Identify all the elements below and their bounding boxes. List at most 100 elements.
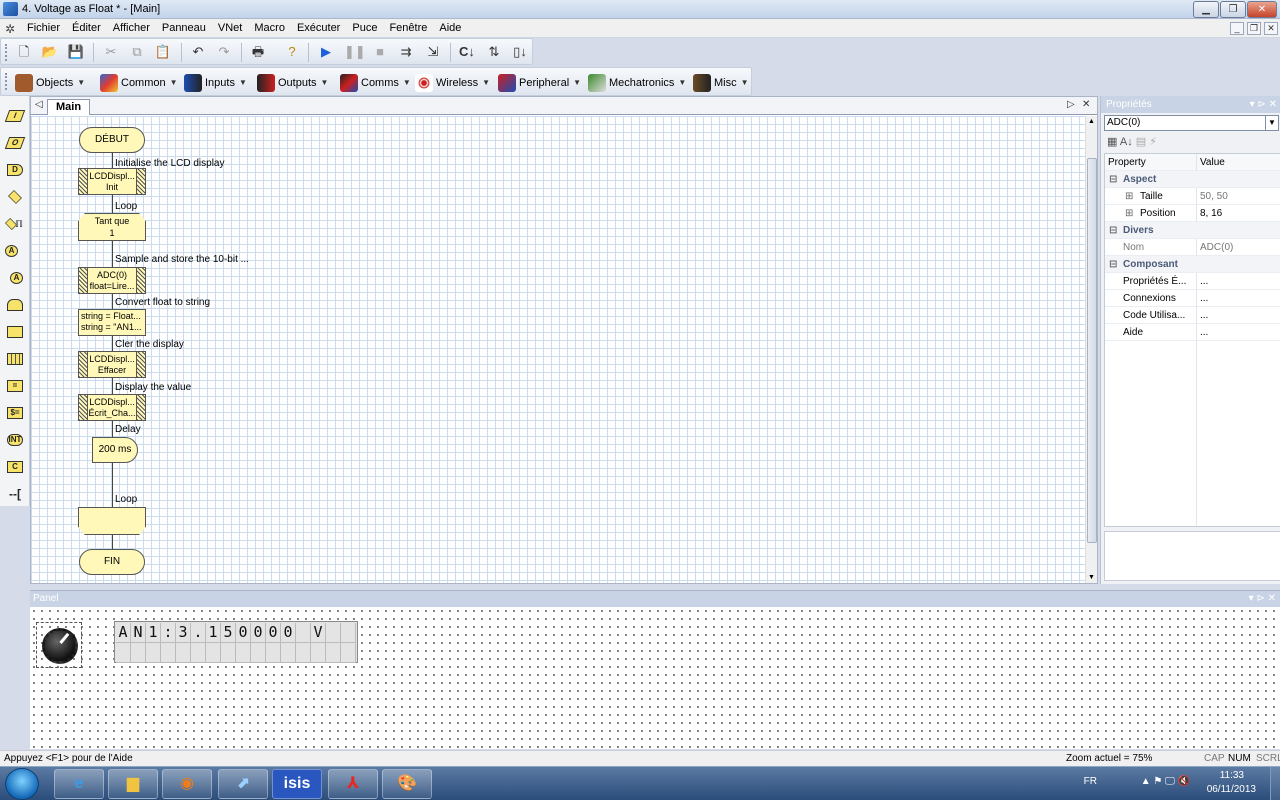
component-selector[interactable]: ADC(0) ▼ xyxy=(1104,115,1279,131)
tab-scroll-left-icon[interactable]: ◁ xyxy=(35,99,43,110)
property-nom[interactable]: Nom ADC(0) xyxy=(1105,239,1280,256)
category-divers[interactable]: ⊟ Divers xyxy=(1105,222,1280,239)
start-terminator[interactable]: DÉBUT xyxy=(79,127,145,153)
tab-scroll-right-icon[interactable]: ▷ xyxy=(1067,99,1075,110)
menu-item-executer[interactable]: Exécuter xyxy=(297,22,340,34)
open-folder-icon[interactable]: 📂 xyxy=(41,43,59,61)
comment-loop-end[interactable]: Loop xyxy=(115,494,137,505)
input-icon[interactable]: I xyxy=(4,106,26,126)
menu-item-panneau[interactable]: Panneau xyxy=(162,22,206,34)
stop-icon[interactable]: ■ xyxy=(371,43,389,61)
toolbar-wireless[interactable]: Wireless ▼ xyxy=(415,72,490,93)
property-taille[interactable]: ⊞ Taille 50, 50 xyxy=(1105,188,1280,205)
end-terminator[interactable]: FIN xyxy=(79,549,145,575)
system-menu-icon[interactable]: ✲ xyxy=(5,22,15,36)
scroll-thumb[interactable] xyxy=(1087,158,1097,543)
loop-icon[interactable] xyxy=(5,295,25,315)
close-button[interactable]: ✕ xyxy=(1247,1,1277,18)
comment-display[interactable]: Display the value xyxy=(115,382,191,393)
switch-icon[interactable]: ℿ xyxy=(5,214,25,234)
internet-explorer-icon[interactable]: e xyxy=(54,769,104,799)
menu-item-vnet[interactable]: VNet xyxy=(218,22,242,34)
paint-icon[interactable]: 🎨 xyxy=(382,769,432,799)
collapse-icon[interactable]: ⊟ xyxy=(1109,222,1117,239)
collapse-icon[interactable]: ⊟ xyxy=(1109,256,1117,273)
flowcode-icon[interactable]: ⬈ xyxy=(218,769,268,799)
minimize-button[interactable]: ▁ xyxy=(1193,1,1219,18)
string-calculation[interactable]: string = Float... string = "AN1... xyxy=(78,309,146,336)
decision-icon[interactable] xyxy=(5,187,25,207)
language-indicator[interactable]: FR xyxy=(1084,776,1097,787)
show-desktop-button[interactable] xyxy=(1270,767,1280,800)
comment-loop[interactable]: Loop xyxy=(115,201,137,212)
run-icon[interactable]: ▶ xyxy=(317,43,335,61)
toolbar-inputs[interactable]: Inputs ▼ xyxy=(184,72,247,93)
category-aspect[interactable]: ⊟ Aspect xyxy=(1105,171,1280,188)
toolbar-mechatronics[interactable]: Mechatronics ▼ xyxy=(588,72,686,93)
categorized-icon[interactable]: ▦ xyxy=(1107,136,1117,148)
property-connexions[interactable]: Connexions... xyxy=(1105,290,1280,307)
app-icon[interactable] xyxy=(3,2,18,16)
comment-icon[interactable]: --[ xyxy=(5,484,25,504)
comment-convert[interactable]: Convert float to string xyxy=(115,297,210,308)
tray-icons[interactable]: ▲ ⚑ 🖵 🔇 xyxy=(1141,776,1190,787)
new-file-icon[interactable]: 🗋 xyxy=(15,43,33,61)
menu-item-afficher[interactable]: Afficher xyxy=(113,22,150,34)
compile-chip-icon[interactable]: ▯↓ xyxy=(511,43,529,61)
property-pages-icon[interactable]: ▤ xyxy=(1136,136,1146,148)
expand-icon[interactable]: ⊞ xyxy=(1125,188,1133,205)
calculation-icon[interactable]: = xyxy=(5,376,25,396)
mdi-minimize-button[interactable]: _ xyxy=(1230,22,1244,35)
clock-date[interactable]: 06/11/2013 xyxy=(1207,784,1256,795)
mdi-close-button[interactable]: ✕ xyxy=(1264,22,1278,35)
adc-macro[interactable]: ADC(0) float=Lire... xyxy=(78,267,146,294)
property-aide[interactable]: Aide... xyxy=(1105,324,1280,341)
comment-clear[interactable]: Cler the display xyxy=(115,339,184,350)
comment-sample[interactable]: Sample and store the 10-bit ... xyxy=(115,254,249,265)
toolbar-comms[interactable]: Comms ▼ xyxy=(340,72,411,93)
toolbar-misc[interactable]: Misc ▼ xyxy=(693,72,749,93)
mdi-restore-button[interactable]: ❐ xyxy=(1247,22,1261,35)
menu-item-editer[interactable]: Éditer xyxy=(72,22,101,34)
menu-item-fenetre[interactable]: Fenêtre xyxy=(389,22,427,34)
file-explorer-icon[interactable]: ▆ xyxy=(108,769,158,799)
toolbar-peripheral[interactable]: Peripheral ▼ xyxy=(498,72,581,93)
macro-icon[interactable] xyxy=(5,322,25,342)
clock-time[interactable]: 11:33 xyxy=(1220,770,1244,781)
firefox-icon[interactable]: ◉ xyxy=(162,769,212,799)
toolbar-outputs[interactable]: Outputs ▼ xyxy=(257,72,328,93)
pause-icon[interactable]: ❚❚ xyxy=(344,43,366,61)
lcd-print-macro[interactable]: LCDDispl... Écrit_Cha... xyxy=(78,394,146,421)
string-manipulation-icon[interactable]: $= xyxy=(5,403,25,423)
tab-close-icon[interactable]: ✕ xyxy=(1082,99,1090,110)
compile-c-icon[interactable]: C↓ xyxy=(458,43,476,61)
while-loop-end[interactable] xyxy=(78,507,146,535)
print-icon[interactable]: 🖶 xyxy=(249,43,267,61)
property-proprietes[interactable]: Propriétés É...... xyxy=(1105,273,1280,290)
component-macro-icon[interactable] xyxy=(5,349,25,369)
compile-hex-icon[interactable]: ⇅ xyxy=(485,43,503,61)
collapse-icon[interactable]: ⊟ xyxy=(1109,171,1117,188)
lcd-clear-macro[interactable]: LCDDispl... Effacer xyxy=(78,351,146,378)
menu-item-aide[interactable]: Aide xyxy=(439,22,461,34)
redo-icon[interactable]: ↷ xyxy=(215,43,233,61)
property-position[interactable]: ⊞ Position 8, 16 xyxy=(1105,205,1280,222)
menu-item-puce[interactable]: Puce xyxy=(352,22,377,34)
step-into-icon[interactable]: ⇲ xyxy=(424,43,442,61)
c-code-icon[interactable]: C xyxy=(5,457,25,477)
help-icon[interactable]: ? xyxy=(283,43,301,61)
menu-item-macro[interactable]: Macro xyxy=(254,22,285,34)
flowchart-canvas[interactable]: DÉBUT Initialise the LCD display LCDDisp… xyxy=(31,116,1085,583)
knob-dial-icon[interactable] xyxy=(42,628,78,664)
properties-controls-icon[interactable]: ▾ ⊳ ✕ xyxy=(1250,96,1277,113)
vertical-scrollbar[interactable]: ▲ ▼ xyxy=(1085,116,1097,583)
save-icon[interactable]: 💾 xyxy=(67,43,85,61)
goto-icon[interactable]: A xyxy=(5,268,25,288)
lcd-init-macro[interactable]: LCDDispl... Init xyxy=(78,168,146,195)
paste-icon[interactable]: 📋 xyxy=(154,43,172,61)
toolbar-grip[interactable] xyxy=(5,44,8,61)
property-code-utilisateur[interactable]: Code Utilisa...... xyxy=(1105,307,1280,324)
delay-icon[interactable]: D xyxy=(5,160,25,180)
panel-canvas[interactable]: AN1:3.150000 V xyxy=(30,607,1280,749)
isis-icon[interactable]: isis xyxy=(272,769,322,799)
